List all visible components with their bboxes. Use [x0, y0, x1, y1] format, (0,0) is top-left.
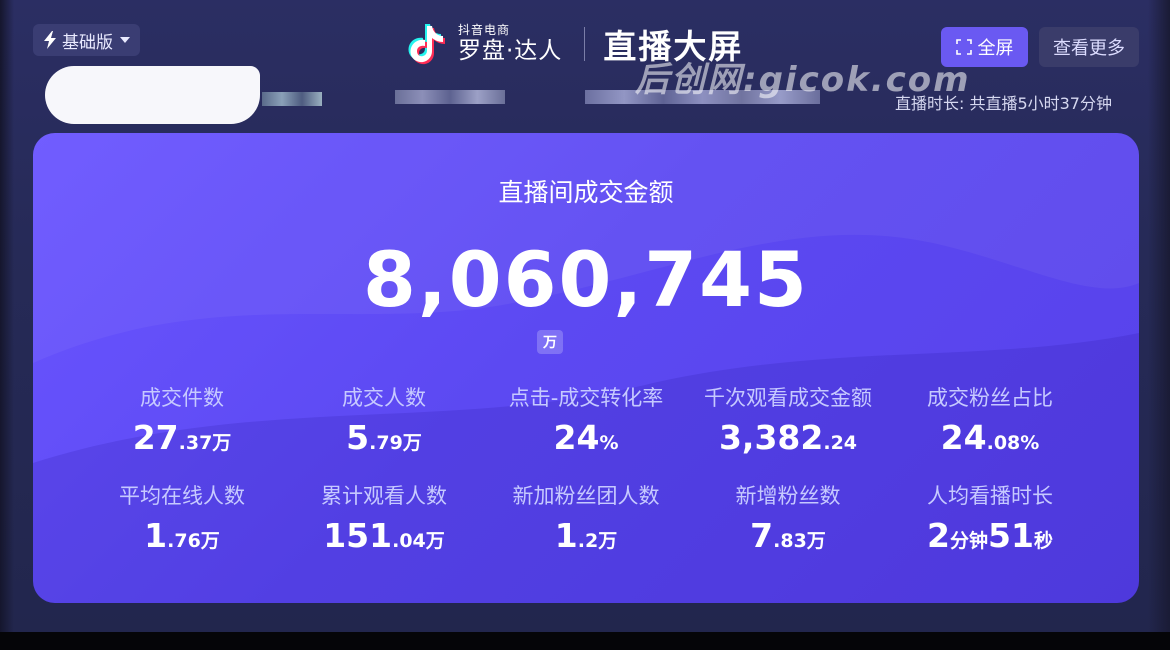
metric-label: 人均看播时长 — [927, 484, 1053, 508]
metric-value-suffix: .2万 — [577, 530, 618, 552]
lightning-icon — [44, 31, 56, 49]
metric-item: 新加粉丝团人数 1.2万 — [485, 481, 687, 579]
metric-value-main-2: 51 — [988, 516, 1034, 555]
metric-label: 新加粉丝团人数 — [512, 484, 660, 508]
metric-value: 24.08% — [889, 421, 1091, 461]
metric-label: 平均在线人数 — [119, 484, 245, 508]
metric-item: 成交件数 27.37万 — [81, 383, 283, 481]
redacted-info-1 — [262, 92, 322, 106]
metric-value-suffix: .83万 — [773, 530, 826, 552]
metric-item: 成交人数 5.79万 — [283, 383, 485, 481]
gmv-unit-badge: 万 — [537, 330, 563, 354]
logo-subtitle: 抖音电商 — [458, 23, 511, 37]
metric-value-main: 24 — [940, 418, 987, 457]
metric-value: 3,382.24 — [687, 421, 889, 461]
redacted-info-2 — [395, 90, 505, 104]
version-label: 基础版 — [62, 32, 113, 53]
metric-label: 新增粉丝数 — [735, 484, 841, 508]
metric-label: 千次观看成交金额 — [704, 386, 872, 410]
bottom-bezel — [0, 632, 1170, 650]
metric-item: 平均在线人数 1.76万 — [81, 481, 283, 579]
metric-value-main: 1 — [554, 516, 578, 555]
redacted-account-name — [45, 66, 260, 124]
metric-value-main: 2 — [927, 516, 950, 555]
fullscreen-label: 全屏 — [977, 38, 1014, 59]
metric-value: 1.2万 — [485, 519, 687, 559]
metric-value-main: 151 — [323, 516, 393, 555]
metric-label: 成交粉丝占比 — [927, 386, 1053, 410]
metric-value-main: 1 — [144, 516, 168, 555]
live-duration: 直播时长: 共直播5小时37分钟 — [894, 94, 1112, 113]
logo-name: 罗盘·达人 — [458, 38, 563, 64]
metric-value-suffix: .79万 — [369, 432, 422, 454]
metric-value-suffix: % — [599, 432, 619, 454]
metric-value: 7.83万 — [687, 519, 889, 559]
metric-label: 累计观看人数 — [321, 484, 447, 508]
right-edge-shadow — [1148, 0, 1170, 632]
metric-label: 成交件数 — [140, 386, 224, 410]
gmv-title: 直播间成交金额 — [498, 178, 674, 207]
metric-item: 点击-成交转化率 24% — [485, 383, 687, 481]
version-selector[interactable]: 基础版 — [33, 24, 140, 56]
metric-value-suffix: .04万 — [392, 530, 445, 552]
metric-value-main: 7 — [750, 516, 774, 555]
metric-value: 151.04万 — [283, 519, 485, 559]
live-dashboard-screen: 基础版 抖音电商 罗盘·达人 直播大屏 全屏 查看更多 后创网:gicok.co… — [0, 0, 1170, 632]
metric-value: 27.37万 — [81, 421, 283, 461]
logo-divider — [584, 27, 586, 61]
metric-value: 1.76万 — [81, 519, 283, 559]
logo-text: 抖音电商 罗盘·达人 — [458, 23, 562, 65]
metric-value: 2分钟51秒 — [889, 519, 1091, 559]
metric-value-main: 3,382 — [718, 418, 824, 457]
tiktok-logo-icon — [408, 24, 445, 65]
view-more-button[interactable]: 查看更多 — [1039, 27, 1139, 67]
metric-value-main: 5 — [346, 418, 370, 457]
metric-label: 成交人数 — [342, 386, 426, 410]
metric-value-main: 27 — [132, 418, 179, 457]
chevron-down-icon — [120, 37, 130, 43]
metrics-grid: 成交件数 27.37万 成交人数 5.79万 点击-成交转化率 24% 千次观看… — [81, 383, 1091, 579]
metric-value-suffix: 分钟 — [950, 530, 989, 552]
metric-value-suffix: .76万 — [167, 530, 220, 552]
metric-item: 人均看播时长 2分钟51秒 — [889, 481, 1091, 579]
metric-value-suffix: .08% — [986, 432, 1040, 454]
gmv-panel: 直播间成交金额 8,060,745 万 成交件数 27.37万 成交人数 5.7… — [33, 133, 1139, 603]
metric-value: 5.79万 — [283, 421, 485, 461]
metric-value-main: 24 — [553, 418, 600, 457]
metric-value-suffix: .37万 — [178, 432, 232, 454]
metric-item: 累计观看人数 151.04万 — [283, 481, 485, 579]
metric-item: 成交粉丝占比 24.08% — [889, 383, 1091, 481]
metric-item: 新增粉丝数 7.83万 — [687, 481, 889, 579]
metric-value: 24% — [485, 421, 687, 461]
left-edge-shadow — [0, 0, 14, 632]
metric-value-suffix-2: 秒 — [1033, 530, 1053, 552]
metric-label: 点击-成交转化率 — [508, 386, 664, 410]
gmv-amount: 8,060,745 — [363, 235, 809, 324]
metric-value-suffix: .24 — [823, 432, 858, 454]
metric-item: 千次观看成交金额 3,382.24 — [687, 383, 889, 481]
